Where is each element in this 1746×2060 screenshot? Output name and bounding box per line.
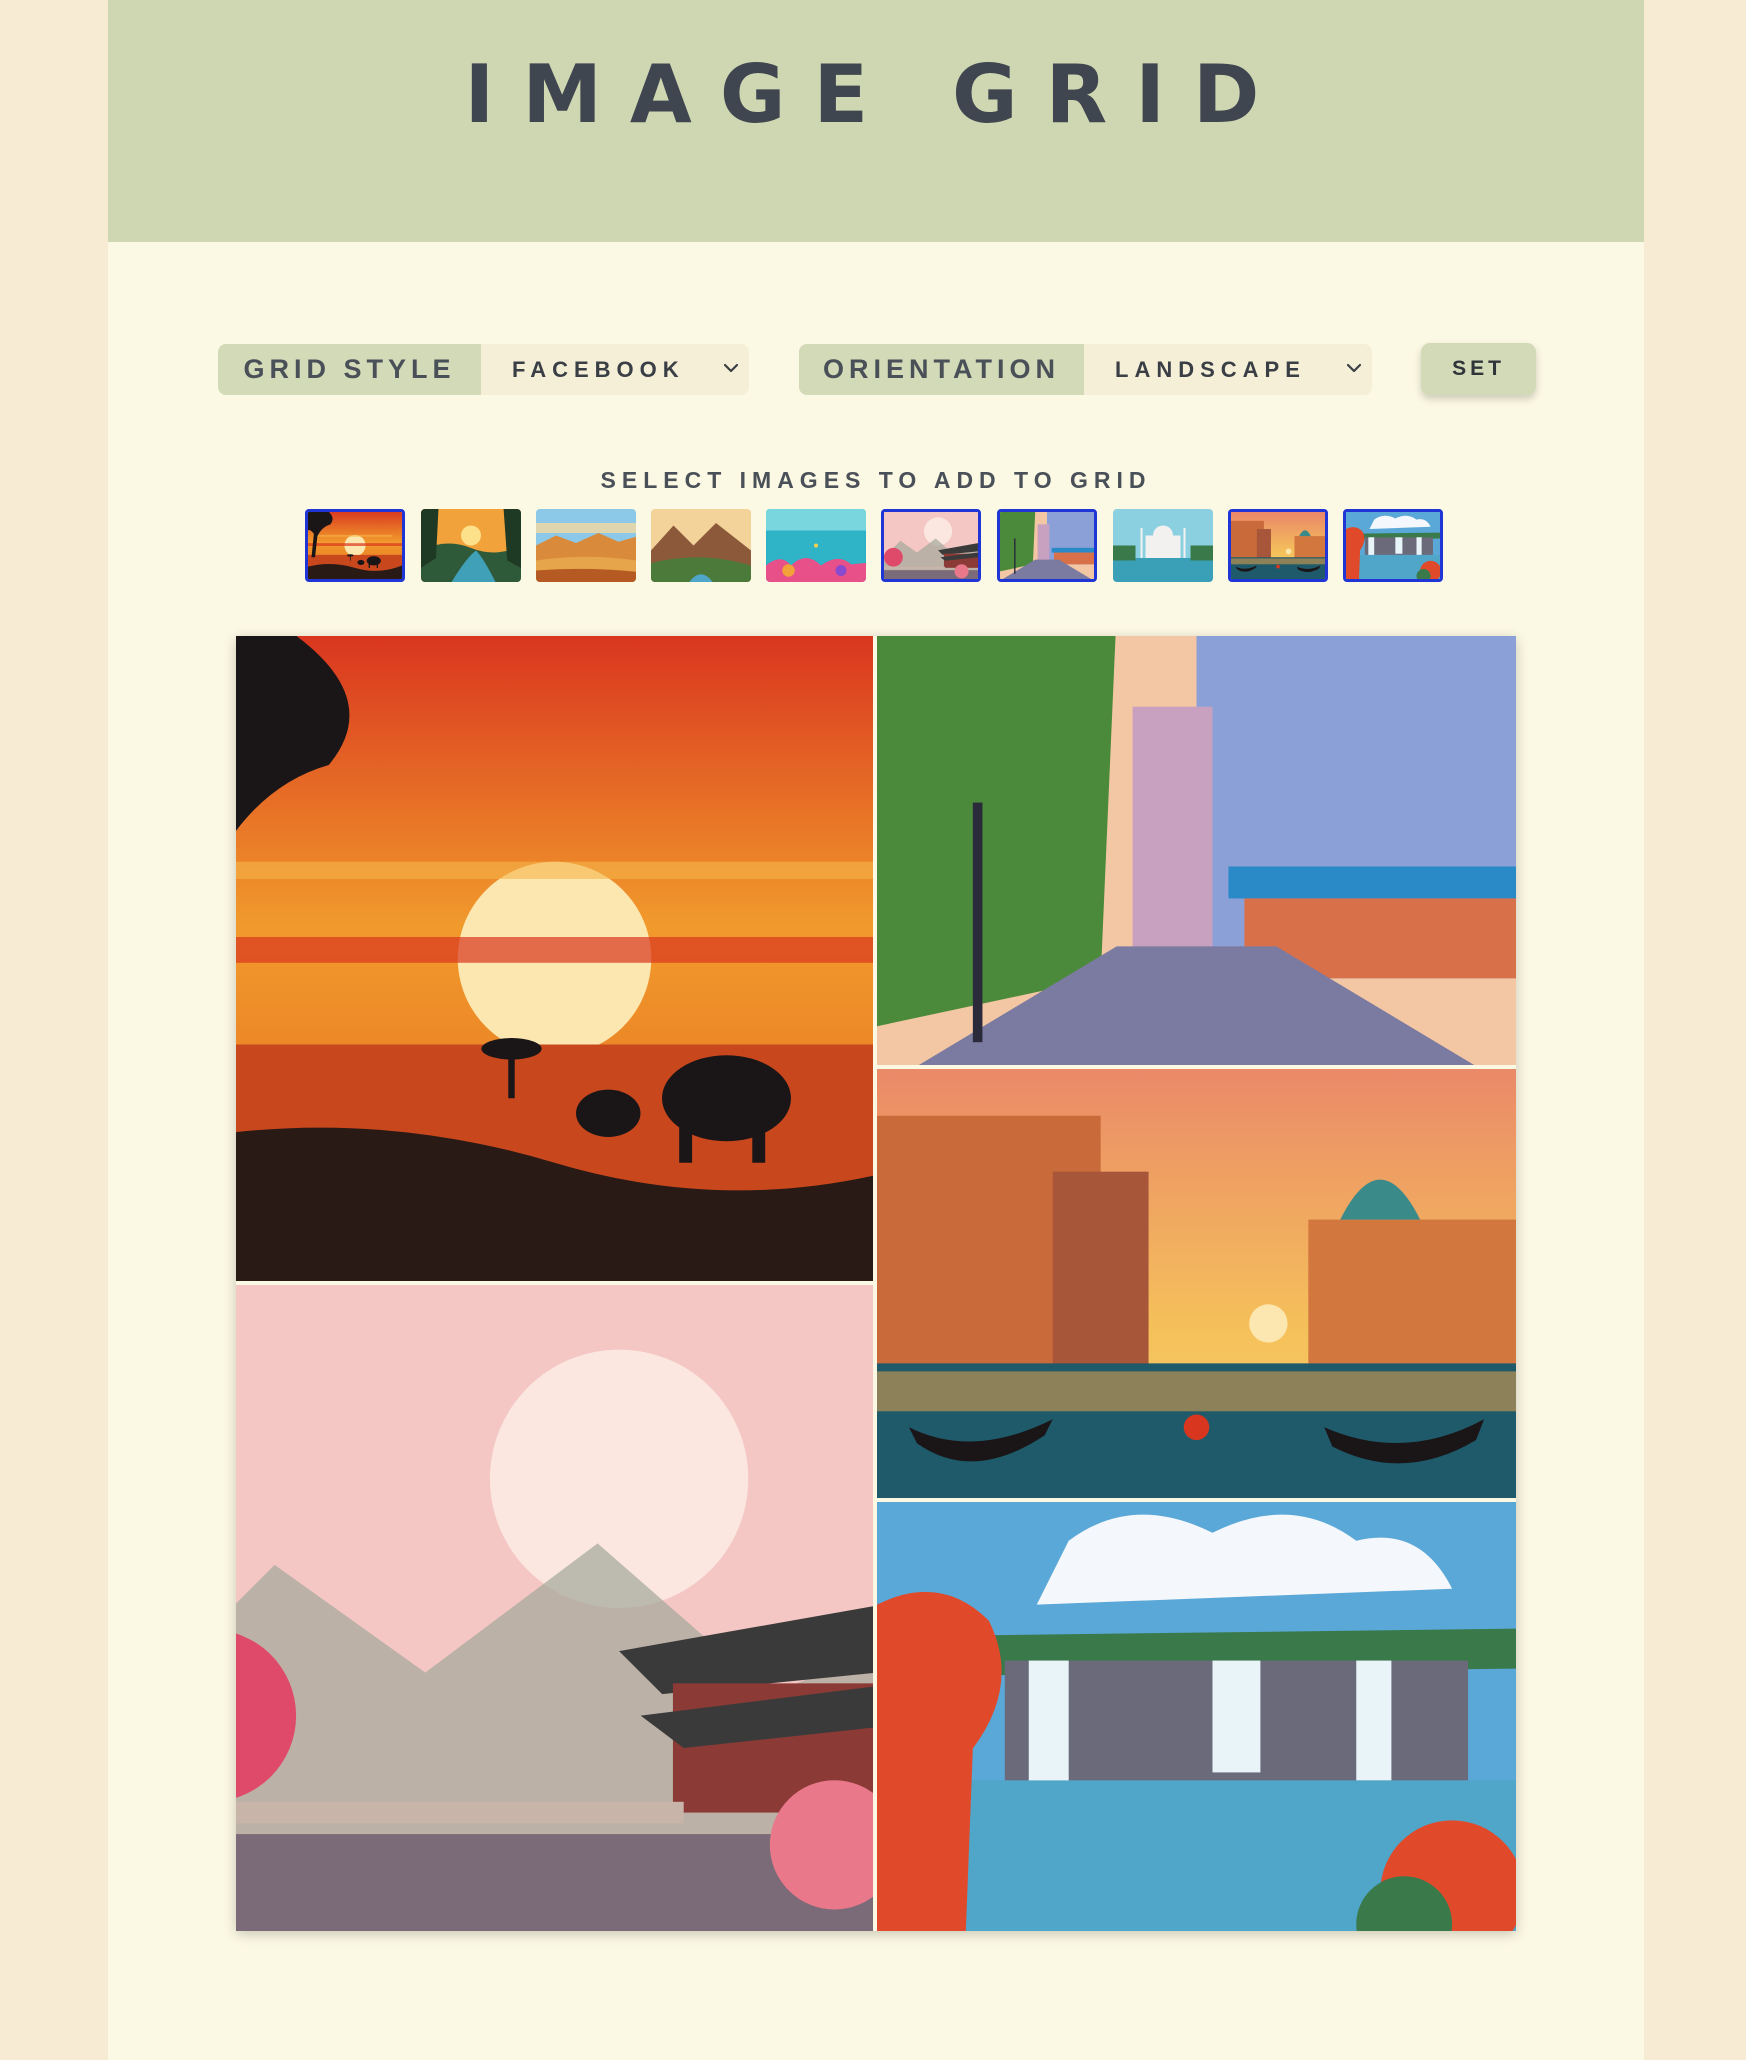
grid-style-control: GRID STYLE FACEBOOK bbox=[218, 344, 749, 395]
grid-image-savanna-sunset[interactable] bbox=[236, 636, 873, 1281]
orientation-value: LANDSCAPE bbox=[1115, 356, 1306, 382]
picker-heading: SELECT IMAGES TO ADD TO GRID bbox=[600, 467, 1152, 493]
grid-image-waterfall[interactable] bbox=[877, 1502, 1516, 1931]
thumbnail-paris-street[interactable] bbox=[997, 509, 1097, 582]
thumbnail-mountain-valley[interactable] bbox=[651, 509, 751, 582]
page-title: IMAGE GRID bbox=[464, 48, 1288, 141]
grid-style-label: GRID STYLE bbox=[218, 344, 481, 395]
grid-image-paris-street[interactable] bbox=[877, 636, 1516, 1065]
thumbnail-savanna-sunset[interactable] bbox=[305, 509, 405, 582]
chevron-down-icon bbox=[723, 363, 739, 373]
chevron-down-icon bbox=[1346, 363, 1362, 373]
thumbnail-desert-canyon[interactable] bbox=[536, 509, 636, 582]
header-banner: IMAGE GRID bbox=[108, 0, 1644, 242]
grid-image-japanese-temple[interactable] bbox=[236, 1285, 873, 1931]
thumbnail-taj-mahal[interactable] bbox=[1113, 509, 1213, 582]
thumbnail-jungle-river[interactable] bbox=[421, 509, 521, 582]
thumbnail-venice-canal[interactable] bbox=[1228, 509, 1328, 582]
orientation-select[interactable]: LANDSCAPE bbox=[1084, 344, 1372, 395]
orientation-control: ORIENTATION LANDSCAPE bbox=[799, 344, 1372, 395]
app-panel: IMAGE GRID GRID STYLE FACEBOOK ORIENTATI… bbox=[108, 0, 1644, 2060]
grid-image-venice-canal[interactable] bbox=[877, 1069, 1516, 1498]
thumbnail-coral-reef[interactable] bbox=[766, 509, 866, 582]
orientation-label: ORIENTATION bbox=[799, 344, 1084, 395]
image-grid bbox=[236, 636, 1516, 1931]
thumbnail-waterfall[interactable] bbox=[1343, 509, 1443, 582]
grid-style-value: FACEBOOK bbox=[512, 356, 685, 382]
set-button[interactable]: SET bbox=[1421, 343, 1536, 395]
thumbnail-japanese-temple[interactable] bbox=[881, 509, 981, 582]
grid-style-select[interactable]: FACEBOOK bbox=[481, 344, 749, 395]
